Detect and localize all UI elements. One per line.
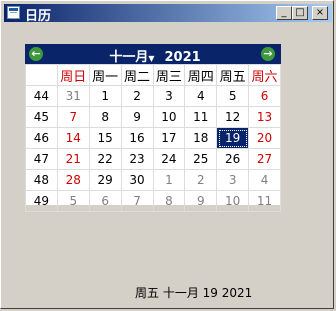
day-cell[interactable]: 7 bbox=[120, 190, 154, 212]
day-cell[interactable]: 3 bbox=[216, 169, 250, 191]
week-row: 49 5 6 7 8 9 10 11 bbox=[25, 190, 281, 212]
day-cell[interactable]: 6 bbox=[88, 190, 122, 212]
window-title: 日历 bbox=[25, 9, 52, 24]
app-icon bbox=[7, 6, 20, 19]
day-cell[interactable]: 9 bbox=[120, 106, 154, 128]
minimize-button[interactable]: _ bbox=[276, 6, 292, 20]
day-cell[interactable]: 1 bbox=[88, 85, 122, 107]
maximize-button[interactable]: □ bbox=[292, 6, 308, 20]
selected-day-cell[interactable]: 19 bbox=[216, 127, 250, 149]
day-cell[interactable]: 29 bbox=[88, 169, 122, 191]
week-row: 48 28 29 30 1 2 3 4 bbox=[25, 169, 281, 191]
week-number: 47 bbox=[25, 148, 58, 170]
day-cell[interactable]: 16 bbox=[120, 127, 154, 149]
week-number-header bbox=[25, 64, 58, 86]
selected-date-label: 周五 十一月 19 2021 bbox=[135, 286, 253, 300]
day-cell[interactable]: 17 bbox=[152, 127, 186, 149]
week-row: 46 14 15 16 17 18 19 20 bbox=[25, 127, 281, 149]
day-cell[interactable]: 31 bbox=[56, 85, 90, 107]
previous-month-icon[interactable]: ← bbox=[29, 47, 43, 61]
calendar-window: 日历 _ □ × ← 十一月▼ 2021 → 周日 周一 周二 周三 周四 周五 … bbox=[0, 0, 334, 309]
week-number: 44 bbox=[25, 85, 58, 107]
day-cell[interactable]: 18 bbox=[184, 127, 218, 149]
day-cell[interactable]: 12 bbox=[216, 106, 250, 128]
month-year-selector: 十一月▼ 2021 bbox=[95, 46, 215, 65]
weekday-header: 周四 bbox=[184, 64, 218, 86]
day-cell[interactable]: 4 bbox=[184, 85, 218, 107]
weekday-header-row: 周日 周一 周二 周三 周四 周五 周六 bbox=[25, 64, 281, 86]
weekday-header: 周六 bbox=[248, 64, 281, 86]
day-cell[interactable]: 15 bbox=[88, 127, 122, 149]
next-month-icon[interactable]: → bbox=[261, 47, 275, 61]
day-cell[interactable]: 2 bbox=[120, 85, 154, 107]
month-selector[interactable]: 十一月 bbox=[109, 50, 148, 65]
day-cell[interactable]: 22 bbox=[88, 148, 122, 170]
calendar-grid: 周日 周一 周二 周三 周四 周五 周六 44 31 1 2 3 4 5 6 4… bbox=[25, 64, 281, 212]
day-cell[interactable]: 26 bbox=[216, 148, 250, 170]
day-cell[interactable]: 20 bbox=[248, 127, 281, 149]
week-row: 45 7 8 9 10 11 12 13 bbox=[25, 106, 281, 128]
calendar-navigation-bar: ← 十一月▼ 2021 → bbox=[25, 44, 281, 65]
day-cell[interactable]: 2 bbox=[184, 169, 218, 191]
day-cell[interactable]: 21 bbox=[56, 148, 90, 170]
weekday-header: 周三 bbox=[152, 64, 186, 86]
day-cell[interactable]: 8 bbox=[152, 190, 186, 212]
weekday-header: 周日 bbox=[56, 64, 90, 86]
weekday-header: 周五 bbox=[216, 64, 250, 86]
week-number: 49 bbox=[25, 190, 58, 212]
day-cell[interactable]: 23 bbox=[120, 148, 154, 170]
day-cell[interactable]: 11 bbox=[184, 106, 218, 128]
close-button[interactable]: × bbox=[312, 6, 328, 20]
day-cell[interactable]: 6 bbox=[248, 85, 281, 107]
week-row: 47 21 22 23 24 25 26 27 bbox=[25, 148, 281, 170]
day-cell[interactable]: 27 bbox=[248, 148, 281, 170]
day-cell[interactable]: 10 bbox=[216, 190, 250, 212]
week-number: 45 bbox=[25, 106, 58, 128]
day-cell[interactable]: 4 bbox=[248, 169, 281, 191]
week-number: 46 bbox=[25, 127, 58, 149]
day-cell[interactable]: 5 bbox=[216, 85, 250, 107]
day-cell[interactable]: 10 bbox=[152, 106, 186, 128]
day-cell[interactable]: 24 bbox=[152, 148, 186, 170]
title-bar[interactable]: 日历 _ □ × bbox=[4, 4, 332, 24]
day-cell[interactable]: 11 bbox=[248, 190, 281, 212]
chevron-down-icon[interactable]: ▼ bbox=[148, 54, 154, 63]
day-cell[interactable]: 14 bbox=[56, 127, 90, 149]
day-cell[interactable]: 30 bbox=[120, 169, 154, 191]
week-row: 44 31 1 2 3 4 5 6 bbox=[25, 85, 281, 107]
day-cell[interactable]: 9 bbox=[184, 190, 218, 212]
day-cell[interactable]: 1 bbox=[152, 169, 186, 191]
day-cell[interactable]: 8 bbox=[88, 106, 122, 128]
week-number: 48 bbox=[25, 169, 58, 191]
day-cell[interactable]: 5 bbox=[56, 190, 90, 212]
calendar-widget: ← 十一月▼ 2021 → 周日 周一 周二 周三 周四 周五 周六 44 31 … bbox=[25, 44, 281, 212]
day-cell[interactable]: 13 bbox=[248, 106, 281, 128]
year-selector[interactable]: 2021 bbox=[164, 50, 200, 65]
day-cell[interactable]: 25 bbox=[184, 148, 218, 170]
day-cell[interactable]: 3 bbox=[152, 85, 186, 107]
day-cell[interactable]: 28 bbox=[56, 169, 90, 191]
day-cell[interactable]: 7 bbox=[56, 106, 90, 128]
weekday-header: 周一 bbox=[88, 64, 122, 86]
weekday-header: 周二 bbox=[120, 64, 154, 86]
